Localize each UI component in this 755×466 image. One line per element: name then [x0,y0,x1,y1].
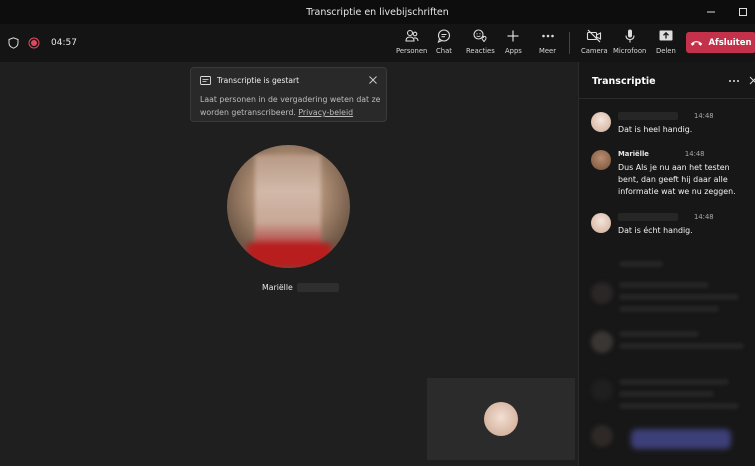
people-button[interactable]: Personen [396,28,427,60]
shield-icon[interactable] [8,34,19,53]
plus-icon [507,30,519,42]
notification-title: Transcriptie is gestart [217,76,300,85]
people-icon [405,29,419,42]
window-controls [705,0,749,24]
participant-name-label: Mariëlle [262,283,339,292]
reactions-icon [473,29,487,43]
entry-time: 14:48 [694,213,714,221]
speaker-avatar [591,112,611,132]
speaker-avatar [591,150,611,170]
entry-meta: Mariëlle 14:48 [618,150,705,158]
close-panel-icon[interactable] [749,76,755,85]
apps-button[interactable]: Apps [505,28,522,60]
phone-hangup-icon [691,40,703,46]
redacted-surname [296,283,339,292]
toolbar-divider [569,32,570,54]
close-icon[interactable] [368,75,378,85]
transcript-panel-title: Transcriptie [592,76,656,87]
entry-time: 14:48 [684,150,705,158]
chat-icon [437,29,451,43]
camera-off-icon [587,29,602,43]
panel-divider [579,98,755,99]
blurred-transcript-area [591,247,751,462]
speaker-avatar [591,213,611,233]
notification-body: Laat personen in de vergadering weten da… [200,95,381,117]
window-title: Transcriptie en livebijschriften [306,6,449,18]
speaker-name: Mariëlle [618,150,649,158]
chat-button[interactable]: Chat [436,28,452,60]
participant-avatar [227,145,350,268]
participant-name: Mariëlle [262,283,293,292]
leave-button[interactable]: Afsluiten [686,32,755,53]
recording-icon [28,34,40,53]
entry-time: 14:48 [694,112,714,120]
transcript-panel: Transcriptie 14:48 Dat is heel handig. M… [578,62,755,466]
meeting-toolbar: 04:57 Personen Chat Reacties Apps Meer C… [0,24,755,62]
share-screen-icon [659,30,673,41]
reactions-button[interactable]: Reacties [466,28,495,60]
meeting-status: 04:57 [8,24,77,62]
avatar-photo-shirt [247,243,331,268]
more-button[interactable]: Meer [539,28,556,60]
minimize-icon[interactable] [705,6,717,18]
title-bar: Transcriptie en livebijschriften [0,0,755,24]
entry-text: Dat is écht handig. [618,226,693,235]
entry-meta: 14:48 [618,213,714,221]
more-options-icon[interactable] [728,79,740,83]
meeting-stage: Transcriptie is gestart Laat personen in… [0,62,578,466]
redacted-speaker-name [618,112,678,120]
transcript-icon [200,76,211,85]
blurred-button [631,429,731,449]
microphone-icon [625,29,635,43]
maximize-icon[interactable] [737,6,749,18]
redacted-speaker-name [618,213,678,221]
notification-header: Transcriptie is gestart [200,76,299,85]
meeting-timer: 04:57 [51,38,77,48]
self-avatar [484,402,518,436]
privacy-policy-link[interactable]: Privacy-beleid [298,108,353,117]
microphone-button[interactable]: Microfoon [613,28,646,60]
transcription-notification: Transcriptie is gestart Laat personen in… [190,67,387,122]
entry-text: Dat is heel handig. [618,125,693,134]
entry-meta: 14:48 [618,112,714,120]
entry-text: Dus Als je nu aan het testen bent, dan g… [618,163,736,196]
self-view[interactable] [427,378,575,460]
share-button[interactable]: Delen [656,28,676,60]
more-icon [541,34,554,38]
camera-button[interactable]: Camera [581,28,608,60]
